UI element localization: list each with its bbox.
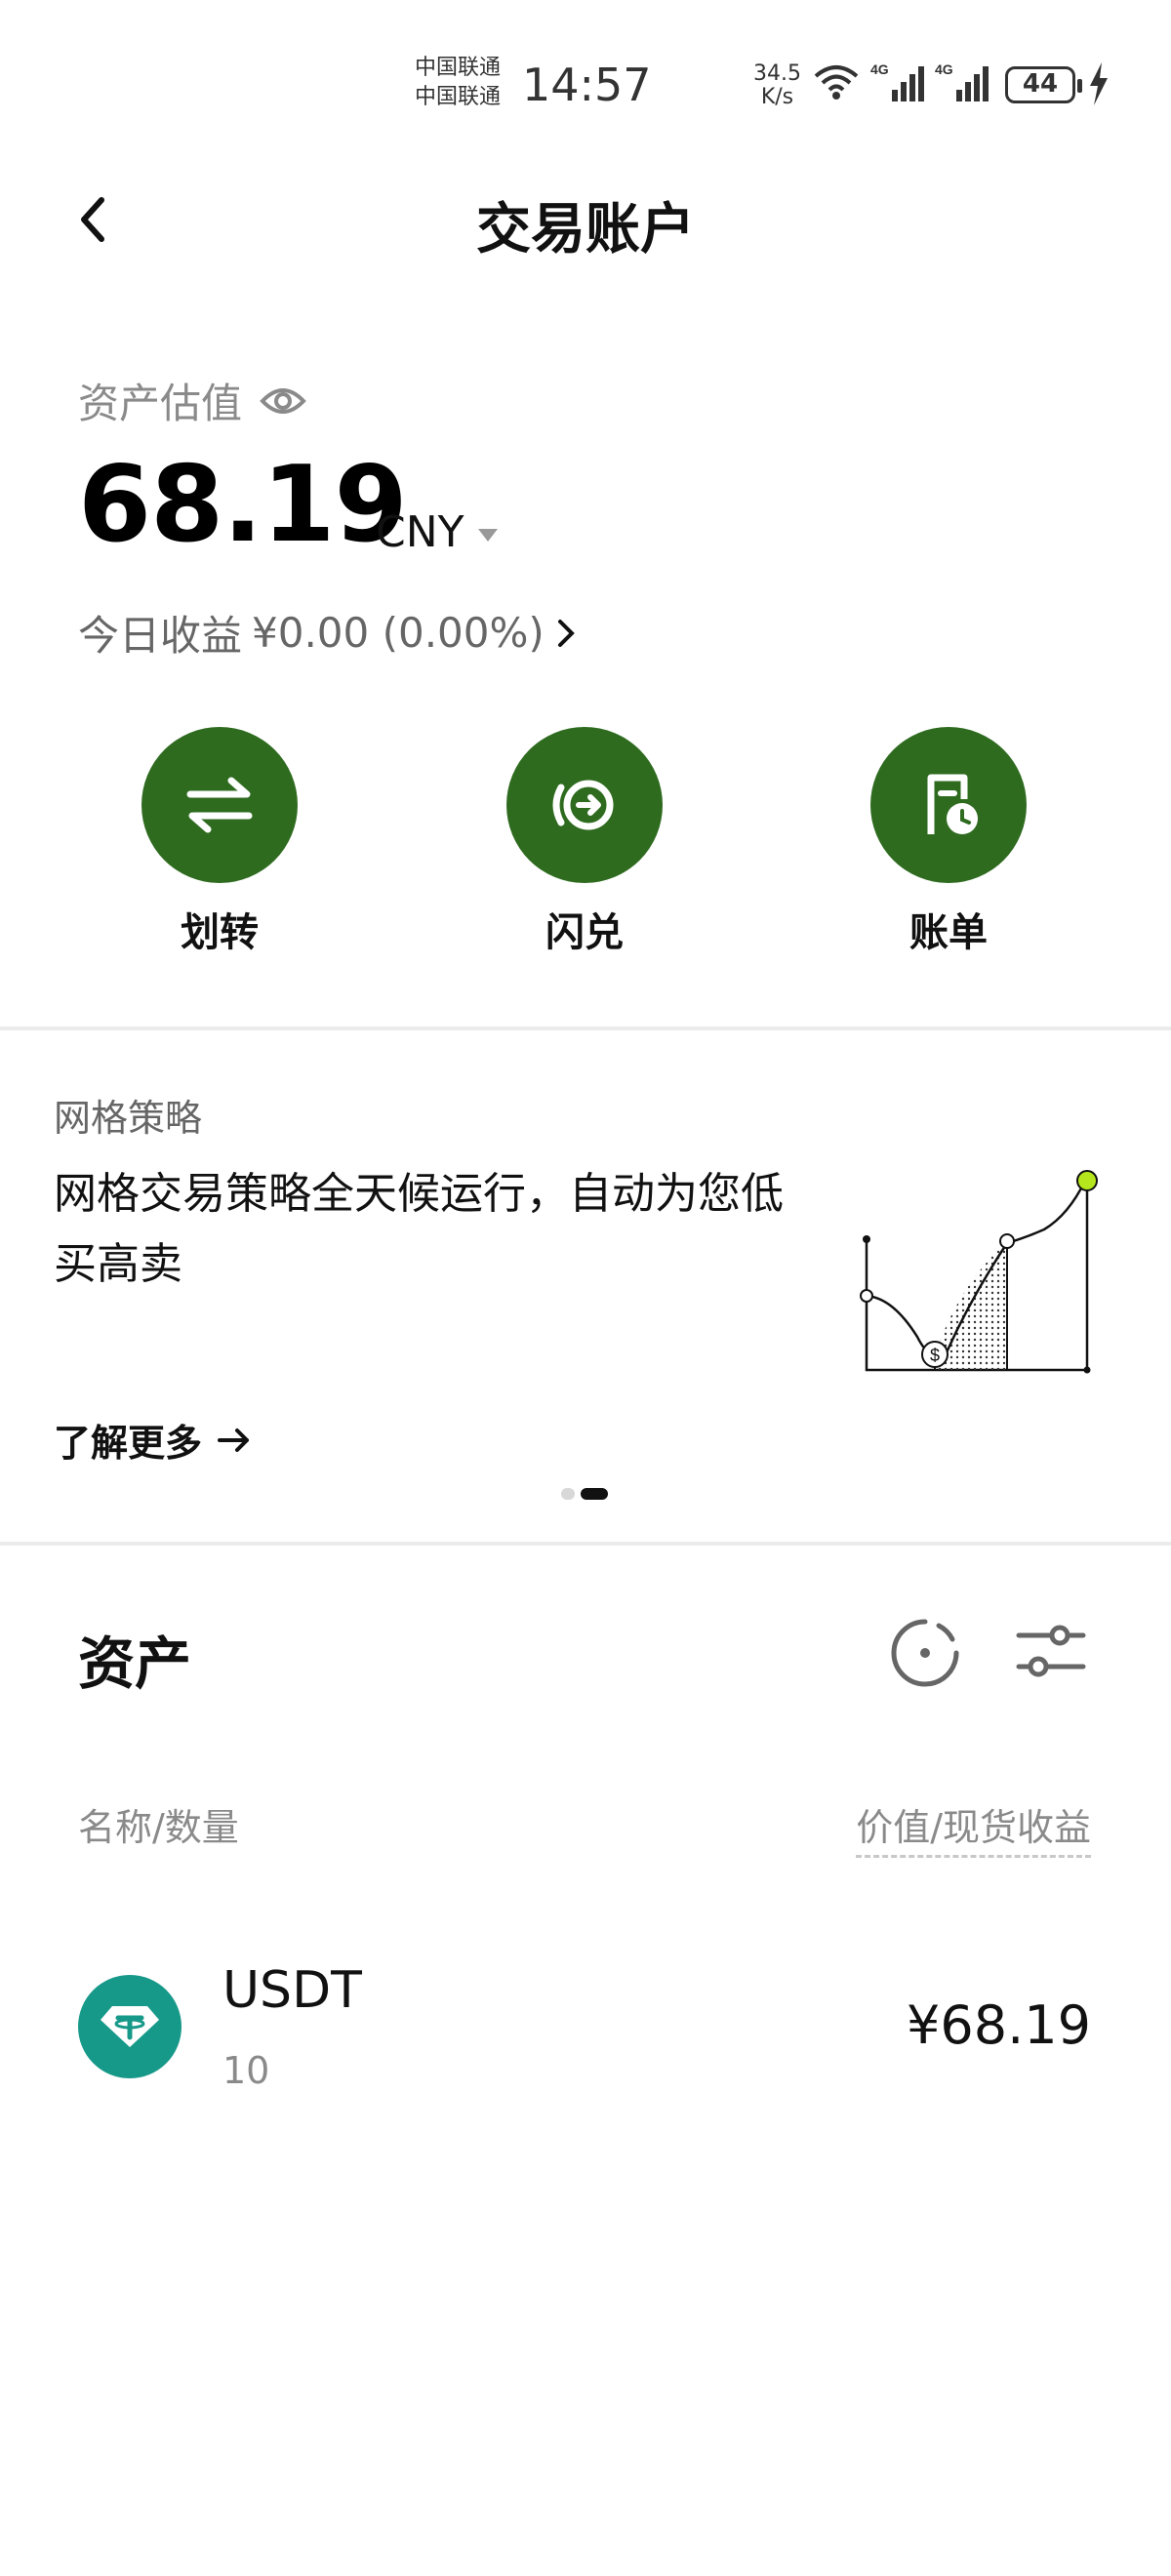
cell-signal-icon: 4G <box>870 61 924 101</box>
page-title: 交易账户 <box>476 198 695 262</box>
svg-text:$: $ <box>930 1346 940 1365</box>
svg-text:4G: 4G <box>935 61 953 77</box>
signal-icons: 4G 4G <box>812 60 989 103</box>
carrier-1: 中国联通 <box>415 56 502 80</box>
wifi-icon <box>814 65 859 100</box>
bill-label: 账单 <box>909 910 988 955</box>
network-speed-unit: K/s <box>760 85 794 109</box>
assets-section-title: 资产 <box>78 1630 192 1697</box>
network-speed: 34.5 K/s <box>753 62 801 109</box>
today-profit-value: ¥0.00 (0.00%) <box>252 609 545 657</box>
asset-row[interactable]: USDT 10 ¥68.19 <box>0 1952 1171 2108</box>
transfer-button[interactable]: 划转 <box>112 727 327 957</box>
svg-text:4G: 4G <box>870 61 889 77</box>
banner-text: 网格交易策略全天候运行，自动为您低买高卖 <box>54 1169 784 1289</box>
charging-icon <box>1090 62 1108 105</box>
transfer-icon <box>141 727 298 883</box>
battery-indicator: 44 <box>1005 66 1082 103</box>
section-divider <box>0 1542 1171 1546</box>
bill-icon <box>870 727 1027 883</box>
learn-more-link[interactable]: 了解更多 <box>54 1413 251 1467</box>
today-profit[interactable]: 今日收益 ¥0.00 (0.00%) <box>78 603 578 663</box>
eye-icon[interactable] <box>260 383 306 419</box>
status-time: 14:57 <box>522 59 652 111</box>
arrow-right-icon <box>218 1428 250 1452</box>
banner-pagination <box>561 1488 608 1500</box>
pagination-dot[interactable] <box>561 1488 575 1500</box>
usdt-coin-icon <box>78 1975 182 2078</box>
carrier-info: 中国联通 中国联通 <box>415 54 501 112</box>
flash-convert-icon <box>506 727 663 883</box>
column-header-name: 名称/数量 <box>78 1806 239 1849</box>
total-asset-amount: 68.19 <box>78 444 408 566</box>
banner-tag: 网格策略 <box>54 1097 203 1140</box>
cell-signal-icon-2: 4G <box>935 61 989 101</box>
section-divider <box>0 1026 1171 1030</box>
currency-label: CNY <box>376 507 464 557</box>
flash-convert-button[interactable]: 闪兑 <box>477 727 692 957</box>
transfer-label: 划转 <box>181 910 259 955</box>
network-speed-value: 34.5 <box>753 61 801 86</box>
pagination-dot-active[interactable] <box>581 1488 608 1500</box>
currency-selector[interactable]: CNY <box>376 507 498 557</box>
grid-strategy-illustration: $ <box>860 1170 1098 1374</box>
today-profit-label: 今日收益 <box>78 612 243 660</box>
column-header-value[interactable]: 价值/现货收益 <box>856 1797 1091 1858</box>
status-bar: 中国联通 中国联通 14:57 34.5 K/s 4G 4G 44 <box>0 0 1171 176</box>
filter-settings-icon[interactable] <box>1015 1620 1087 1682</box>
caret-down-icon <box>477 529 498 542</box>
asset-name: USDT <box>222 1961 362 2020</box>
asset-estimate-text: 资产估值 <box>78 380 243 427</box>
flash-convert-label: 闪兑 <box>545 910 624 955</box>
asset-value: ¥68.19 <box>907 1994 1091 2056</box>
asset-estimate-label: 资产估值 <box>78 371 306 430</box>
carrier-2: 中国联通 <box>415 85 502 109</box>
bill-button[interactable]: 账单 <box>841 727 1056 957</box>
learn-more-label: 了解更多 <box>54 1422 203 1465</box>
chevron-right-icon <box>557 619 575 647</box>
dust-convert-icon[interactable] <box>890 1618 960 1688</box>
asset-quantity: 10 <box>222 2049 270 2092</box>
